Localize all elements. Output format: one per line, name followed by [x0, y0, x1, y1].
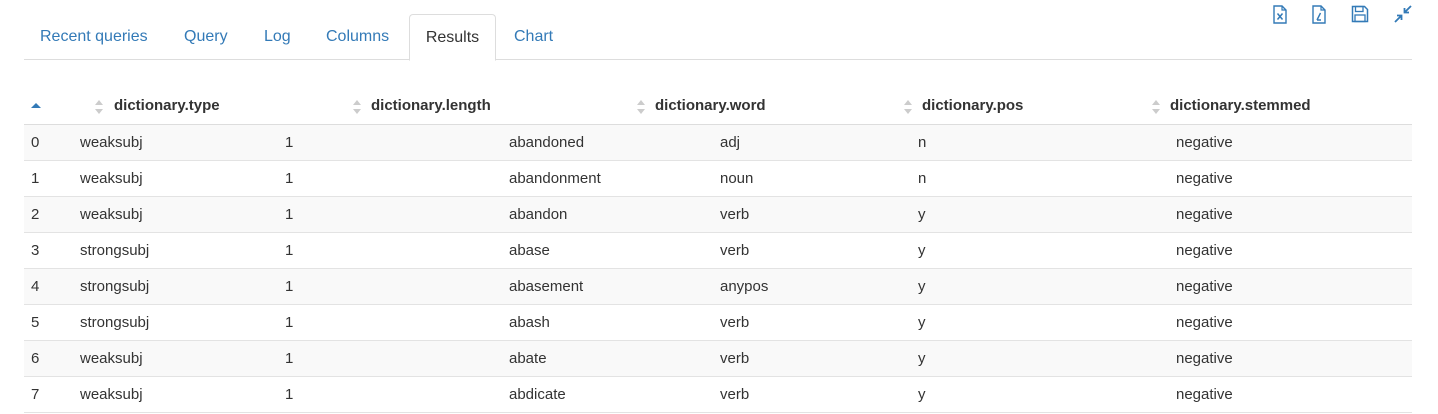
cell-pos: verb [720, 314, 750, 331]
cell-pos: verb [720, 206, 750, 223]
cell-index: 5 [31, 314, 40, 331]
cell-pos: verb [720, 242, 750, 259]
table-header: dictionary.type dictionary.length dictio… [24, 88, 1412, 125]
cell-type: strongsubj [80, 314, 150, 331]
tab-log[interactable]: Log [264, 14, 291, 60]
table-row: 2 weaksubj 1 abandon verb y negative [24, 197, 1412, 233]
cell-pos: verb [720, 350, 750, 367]
cell-type: weaksubj [80, 386, 143, 403]
sort-icon[interactable] [636, 99, 646, 115]
cell-pos: verb [720, 386, 750, 403]
results-panel: Recent queries Query Log Columns Results… [0, 0, 1438, 414]
cell-stemmed: y [918, 350, 926, 367]
column-header-index[interactable] [24, 88, 44, 124]
table-row: 4 strongsubj 1 abasement anypos y negati… [24, 269, 1412, 305]
cell-polarity: negative [1176, 314, 1233, 331]
cell-index: 6 [31, 350, 40, 367]
table-row: 3 strongsubj 1 abase verb y negative [24, 233, 1412, 269]
column-header-word[interactable]: dictionary.word [655, 88, 766, 124]
cell-stemmed: y [918, 386, 926, 403]
cell-length: 1 [285, 314, 294, 331]
cell-index: 1 [31, 170, 40, 187]
table-row: 7 weaksubj 1 abdicate verb y negative [24, 377, 1412, 413]
sort-icon[interactable] [94, 99, 104, 115]
cell-word: abate [509, 350, 547, 367]
sort-icon[interactable] [1151, 99, 1161, 115]
cell-length: 1 [285, 206, 294, 223]
cell-polarity: negative [1176, 242, 1233, 259]
results-tabs: Recent queries Query Log Columns Results… [24, 14, 1412, 61]
cell-stemmed: n [918, 170, 927, 187]
cell-word: abdicate [509, 386, 566, 403]
sort-icon[interactable] [352, 99, 362, 115]
cell-length: 1 [285, 242, 294, 259]
cell-polarity: negative [1176, 134, 1233, 151]
cell-length: 1 [285, 134, 294, 151]
cell-type: strongsubj [80, 278, 150, 295]
cell-polarity: negative [1176, 170, 1233, 187]
cell-length: 1 [285, 386, 294, 403]
cell-pos: adj [720, 134, 741, 151]
cell-type: strongsubj [80, 242, 150, 259]
cell-index: 3 [31, 242, 40, 259]
cell-polarity: negative [1176, 350, 1233, 367]
table-row: 6 weaksubj 1 abate verb y negative [24, 341, 1412, 377]
cell-type: weaksubj [80, 134, 143, 151]
cell-word: abash [509, 314, 550, 331]
cell-index: 4 [31, 278, 40, 295]
cell-word: abasement [509, 278, 584, 295]
cell-type: weaksubj [80, 170, 143, 187]
table-row: 0 weaksubj 1 abandoned adj n negative [24, 125, 1412, 161]
cell-stemmed: y [918, 206, 926, 223]
cell-polarity: negative [1176, 278, 1233, 295]
cell-index: 2 [31, 206, 40, 223]
tab-results[interactable]: Results [409, 14, 496, 61]
column-header-stemmed[interactable]: dictionary.stemmed [1170, 88, 1311, 124]
cell-pos: noun [720, 170, 754, 187]
tab-query[interactable]: Query [184, 14, 228, 60]
table-row: 1 weaksubj 1 abandonment noun n negative [24, 161, 1412, 197]
cell-length: 1 [285, 350, 294, 367]
tab-columns[interactable]: Columns [326, 14, 389, 60]
cell-polarity: negative [1176, 206, 1233, 223]
column-header-pos[interactable]: dictionary.pos [922, 88, 1023, 124]
table-row: 5 strongsubj 1 abash verb y negative [24, 305, 1412, 341]
tab-chart[interactable]: Chart [514, 14, 553, 60]
cell-stemmed: y [918, 314, 926, 331]
cell-polarity: negative [1176, 386, 1233, 403]
cell-length: 1 [285, 170, 294, 187]
cell-type: weaksubj [80, 350, 143, 367]
cell-pos: anypos [720, 278, 769, 295]
column-header-length[interactable]: dictionary.length [371, 88, 491, 124]
cell-index: 0 [31, 134, 40, 151]
column-header-type[interactable]: dictionary.type [114, 88, 220, 124]
cell-length: 1 [285, 278, 294, 295]
tab-recent-queries[interactable]: Recent queries [40, 14, 148, 60]
cell-index: 7 [31, 386, 40, 403]
cell-word: abandonment [509, 170, 601, 187]
results-table: dictionary.type dictionary.length dictio… [24, 88, 1412, 413]
cell-type: weaksubj [80, 206, 143, 223]
cell-stemmed: y [918, 278, 926, 295]
cell-stemmed: n [918, 134, 927, 151]
sort-icon[interactable] [903, 99, 913, 115]
cell-stemmed: y [918, 242, 926, 259]
cell-word: abase [509, 242, 550, 259]
cell-word: abandon [509, 206, 568, 223]
cell-word: abandoned [509, 134, 585, 151]
